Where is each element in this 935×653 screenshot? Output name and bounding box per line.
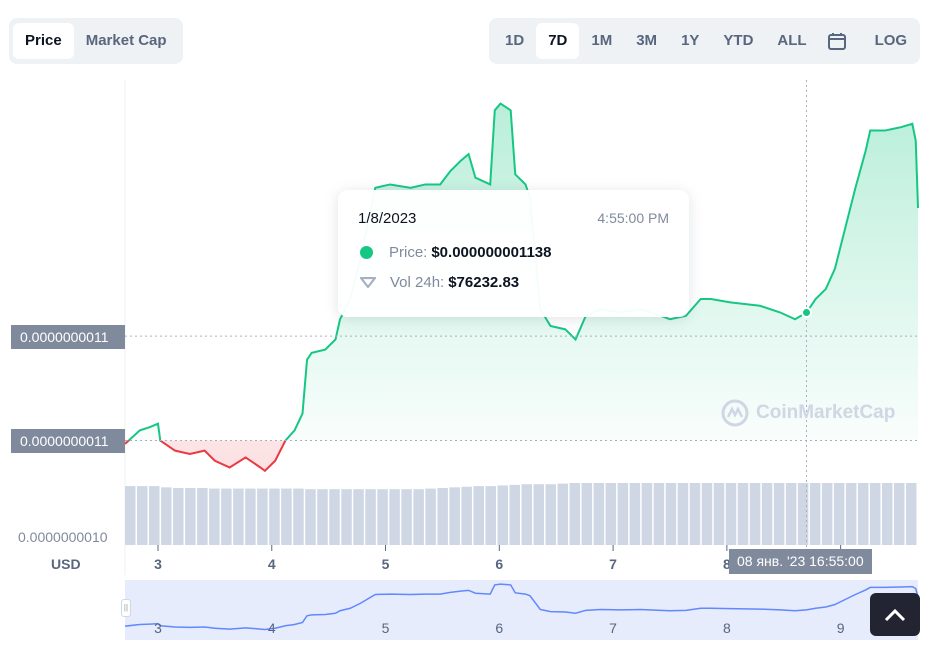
- volume-bar: [545, 484, 557, 545]
- volume-value: $76232.83: [448, 274, 520, 291]
- volume-bar: [497, 485, 508, 545]
- volume-bar: [521, 484, 533, 545]
- volume-bar: [713, 483, 725, 545]
- tooltip-date: 1/8/2023: [358, 210, 417, 227]
- volume-bar: [425, 488, 436, 545]
- volume-bar: [353, 489, 364, 545]
- volume-bar: [785, 483, 797, 545]
- volume-bar: [269, 488, 280, 545]
- volume-bar: [593, 483, 605, 545]
- volume-bar: [401, 489, 412, 545]
- watermark: CoinMarketCap: [720, 398, 895, 428]
- navigator-tick-label: 5: [381, 620, 390, 636]
- volume-bar: [245, 488, 256, 545]
- volume-bar: [377, 489, 388, 545]
- volume-bar: [389, 489, 400, 545]
- volume-bar: [209, 488, 220, 545]
- volume-bar: [857, 483, 869, 545]
- volume-bar: [281, 488, 292, 545]
- volume-bar: [197, 487, 208, 545]
- volume-bar: [869, 483, 881, 545]
- price-value: $0.000000001138: [431, 244, 552, 261]
- volume-bar: [173, 487, 184, 545]
- currency-label: USD: [51, 556, 81, 572]
- volume-bar: [533, 484, 545, 545]
- volume-bar: [737, 483, 749, 545]
- volume-bar: [509, 484, 520, 545]
- volume-icon: [360, 276, 376, 288]
- scroll-top-button[interactable]: [870, 593, 920, 636]
- volume-bar: [725, 483, 737, 545]
- price-dot-icon: [360, 246, 373, 259]
- volume-bar: [317, 489, 328, 545]
- volume-bar: [557, 483, 569, 545]
- volume-bar: [761, 483, 773, 545]
- volume-bar: [293, 488, 304, 545]
- volume-bar: [749, 483, 761, 545]
- navigator-tick-label: 6: [495, 620, 504, 636]
- volume-bar: [905, 483, 917, 545]
- selected-point: [801, 307, 813, 318]
- volume-bar: [809, 483, 821, 545]
- volume-bar: [137, 486, 148, 545]
- navigator[interactable]: [124, 580, 919, 640]
- x-tick-label: 7: [609, 556, 617, 572]
- tooltip: 1/8/2023 4:55:00 PM Price: $0.00000000113…: [338, 190, 689, 317]
- x-tick-label: 6: [495, 556, 504, 572]
- volume-bar: [605, 483, 617, 545]
- volume-bar: [653, 483, 665, 545]
- navigator-tick-label: 4: [267, 620, 276, 636]
- volume-bar: [257, 488, 268, 545]
- volume-bar: [833, 483, 845, 545]
- volume-bar: [449, 487, 460, 545]
- volume-bar: [125, 486, 136, 545]
- volume-bar: [329, 489, 340, 545]
- volume-bar: [701, 483, 713, 545]
- y-label-bottom: 0.0000000010: [18, 529, 108, 545]
- volume-bar: [149, 486, 160, 545]
- volume-bar: [821, 483, 833, 545]
- volume-bar: [305, 489, 316, 545]
- navigator-tick-label: 9: [836, 620, 845, 636]
- y-label-baseline: 0.0000000011: [11, 429, 125, 453]
- volume-bar: [617, 483, 629, 545]
- x-tick-label: 4: [267, 556, 276, 572]
- volume-bar: [641, 483, 653, 545]
- volume-bar: [665, 483, 677, 545]
- volume-bar: [365, 489, 376, 545]
- crosshair-x-label: 08 янв. '23 16:55:00: [729, 549, 872, 574]
- y-label-current: 0.0000000011: [11, 325, 125, 349]
- volume-bar: [677, 483, 689, 545]
- volume-bar: [341, 489, 352, 545]
- volume-bar: [221, 488, 232, 545]
- navigator-line: [124, 583, 919, 631]
- chevron-up-icon: [884, 608, 906, 621]
- navigator-tick-label: 3: [154, 620, 162, 636]
- x-tick-label: 5: [381, 556, 390, 572]
- volume-bar: [881, 483, 893, 545]
- price-label: Price:: [389, 244, 428, 261]
- volume-bar: [629, 483, 641, 545]
- volume-bar: [893, 483, 905, 545]
- coinmarketcap-logo-icon: [721, 399, 749, 427]
- volume-bar: [485, 486, 496, 545]
- volume-bar: [161, 487, 172, 545]
- volume-bar: [461, 486, 472, 545]
- navigator-tick-label: 7: [609, 620, 617, 636]
- volume-bar: [845, 483, 857, 545]
- volume-label: Vol 24h:: [390, 274, 445, 291]
- navigator-tick-label: 8: [722, 620, 731, 636]
- volume-bar: [233, 488, 244, 545]
- volume-bar: [581, 483, 593, 545]
- volume-bar: [413, 489, 424, 545]
- volume-bar: [185, 487, 196, 545]
- volume-bar: [473, 486, 484, 545]
- volume-bar: [773, 483, 785, 545]
- tooltip-time: 4:55:00 PM: [597, 210, 669, 226]
- volume-bar: [437, 487, 448, 545]
- volume-bar: [689, 483, 701, 545]
- volume-bar: [569, 483, 581, 545]
- navigator-handle[interactable]: ||: [121, 599, 131, 617]
- x-tick-label: 3: [154, 556, 162, 572]
